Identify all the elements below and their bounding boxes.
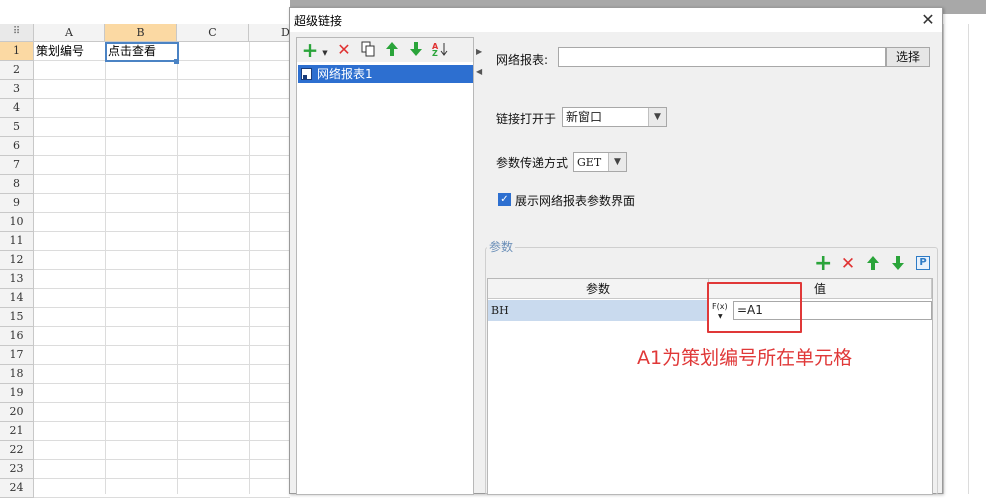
row-header[interactable]: 13 — [0, 270, 34, 289]
row-header[interactable]: 5 — [0, 118, 34, 137]
grid-col-line — [943, 24, 944, 494]
grid-row-line — [34, 383, 290, 384]
row-header[interactable]: 10 — [0, 213, 34, 232]
grid-col-line — [249, 42, 250, 494]
annotation-text: A1为策划编号所在单元格 — [637, 347, 853, 369]
grid-row-line — [34, 136, 290, 137]
row-header[interactable]: 2 — [0, 61, 34, 80]
select-button[interactable]: 选择 — [886, 47, 930, 67]
grid-col-line — [968, 24, 969, 494]
grid-row-line — [34, 269, 290, 270]
show-params-label: 展示网络报表参数界面 — [515, 194, 636, 208]
row-header[interactable]: 16 — [0, 327, 34, 346]
pane-splitter[interactable]: ▶ ◀ — [476, 37, 482, 495]
grid-row-line — [34, 402, 290, 403]
grid-row-line — [34, 326, 290, 327]
row-header[interactable]: 15 — [0, 308, 34, 327]
row-header[interactable]: 20 — [0, 403, 34, 422]
link-list-toolbar: + ▼ ✕ AZ — [297, 38, 473, 62]
grid-row-line — [34, 79, 290, 80]
dialog-titlebar[interactable]: 超级链接 ✕ — [290, 8, 942, 32]
open-in-select[interactable]: 新窗口 ▼ — [562, 107, 667, 127]
row-header[interactable]: 22 — [0, 441, 34, 460]
method-select[interactable]: GET ▼ — [573, 152, 627, 172]
row-header[interactable]: 11 — [0, 232, 34, 251]
report-icon — [301, 68, 312, 80]
grid-row-line — [34, 345, 290, 346]
selected-cell-outline — [105, 42, 179, 62]
row-header[interactable]: 24 — [0, 479, 34, 498]
grid-row-line — [34, 459, 290, 460]
grid-row-line — [34, 307, 290, 308]
grid-row-line — [34, 364, 290, 365]
method-label: 参数传递方式 — [496, 156, 569, 170]
grid-row-line — [34, 440, 290, 441]
copy-icon[interactable] — [359, 41, 377, 59]
row-header[interactable]: 8 — [0, 175, 34, 194]
delete-param-icon[interactable]: ✕ — [839, 255, 857, 273]
row-header[interactable]: 1 — [0, 42, 34, 61]
grid-row-line — [34, 212, 290, 213]
grid-row-line — [34, 98, 290, 99]
param-up-icon[interactable] — [864, 255, 882, 273]
grid-col-line — [105, 42, 106, 494]
row-header[interactable]: 17 — [0, 346, 34, 365]
arrow-down-icon[interactable] — [407, 41, 425, 59]
annotation-highlight-box — [707, 282, 802, 333]
grid-col-line — [177, 42, 178, 494]
dropdown-caret-icon[interactable]: ▼ — [316, 44, 334, 62]
param-name-cell[interactable]: BH — [488, 300, 709, 321]
grid-row-line — [34, 193, 290, 194]
delete-icon[interactable]: ✕ — [335, 41, 353, 59]
grid-row-line — [34, 421, 290, 422]
row-header[interactable]: 12 — [0, 251, 34, 270]
grid-row-line — [34, 174, 290, 175]
add-param-icon[interactable]: + — [814, 253, 832, 275]
row-header[interactable]: 21 — [0, 422, 34, 441]
row-header[interactable]: 6 — [0, 137, 34, 156]
select-all-corner[interactable]: ⠿ — [0, 24, 34, 42]
param-p-icon[interactable]: P — [916, 256, 930, 270]
dialog-title: 超级链接 — [294, 14, 343, 28]
svg-text:Z: Z — [432, 49, 438, 57]
row-header[interactable]: 7 — [0, 156, 34, 175]
report-url-field[interactable] — [558, 47, 886, 67]
link-list-pane: + ▼ ✕ AZ 网络报表1 — [296, 37, 474, 495]
link-list-item[interactable]: 网络报表1 — [298, 65, 473, 83]
row-header[interactable]: 23 — [0, 460, 34, 479]
grid-row-line — [34, 250, 290, 251]
grid-row-line — [34, 478, 290, 479]
row-header[interactable]: 4 — [0, 99, 34, 118]
grid-row-line — [34, 288, 290, 289]
fill-handle[interactable] — [174, 59, 179, 64]
collapse-right-icon[interactable]: ◀ — [476, 67, 482, 76]
open-in-label: 链接打开于 — [496, 112, 557, 126]
grid-row-line — [34, 117, 290, 118]
column-header-a[interactable]: A — [34, 24, 105, 42]
chevron-down-icon[interactable]: ▼ — [608, 153, 626, 171]
close-icon[interactable]: ✕ — [918, 10, 938, 30]
column-header-c[interactable]: C — [177, 24, 249, 42]
row-header[interactable]: 3 — [0, 80, 34, 99]
params-group-title: 参数 — [487, 238, 516, 255]
chevron-down-icon[interactable]: ▼ — [648, 108, 666, 126]
cell-a1[interactable]: 策划编号 — [34, 42, 84, 61]
row-header[interactable]: 9 — [0, 194, 34, 213]
grid-row-line — [34, 231, 290, 232]
arrow-up-icon[interactable] — [383, 41, 401, 59]
hyperlink-dialog: 超级链接 ✕ + ▼ ✕ AZ 网络报表1 ▶ ◀ 网络报表: 选择 链接打开于… — [289, 7, 943, 495]
row-header[interactable]: 18 — [0, 365, 34, 384]
row-header[interactable]: 19 — [0, 384, 34, 403]
show-params-checkbox[interactable]: ✓ — [498, 193, 511, 206]
column-header-b[interactable]: B — [105, 24, 177, 42]
sort-icon[interactable]: AZ — [431, 41, 449, 59]
param-down-icon[interactable] — [889, 255, 907, 273]
collapse-left-icon[interactable]: ▶ — [476, 47, 482, 56]
grid-row-line — [34, 155, 290, 156]
report-label: 网络报表: — [496, 53, 549, 67]
param-column-header: 参数 — [488, 279, 709, 299]
row-header[interactable]: 14 — [0, 289, 34, 308]
